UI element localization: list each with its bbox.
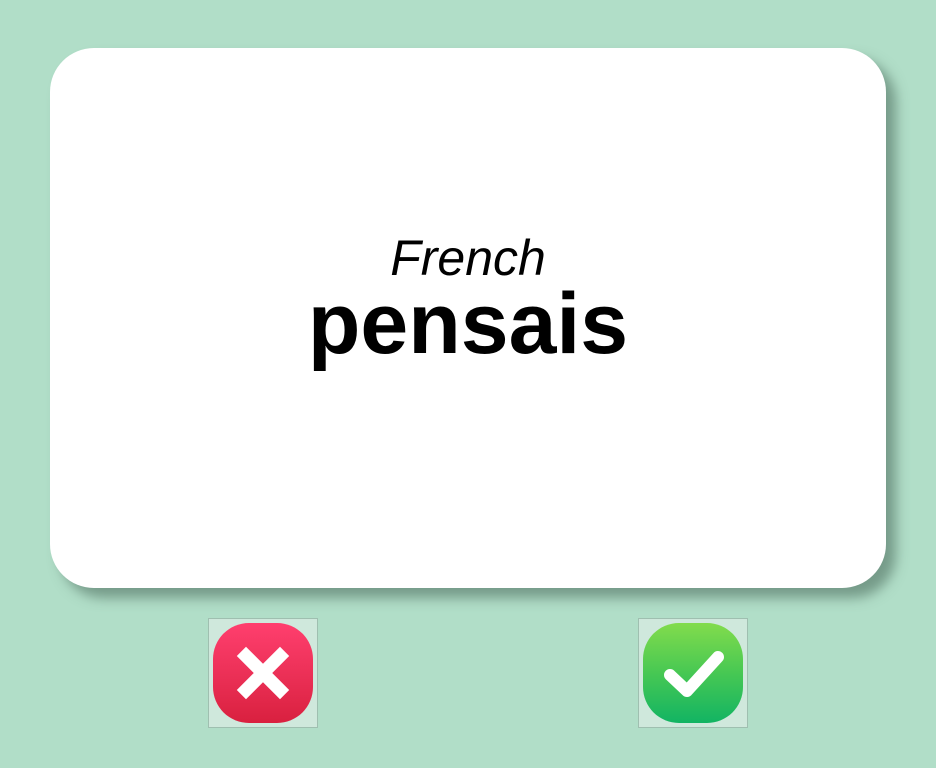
correct-answer-button[interactable] bbox=[638, 618, 748, 728]
wrong-answer-button[interactable] bbox=[208, 618, 318, 728]
card-word: pensais bbox=[307, 276, 629, 372]
flashcard[interactable]: French pensais bbox=[50, 48, 886, 588]
x-mark-icon bbox=[213, 623, 313, 723]
check-mark-icon bbox=[643, 623, 743, 723]
